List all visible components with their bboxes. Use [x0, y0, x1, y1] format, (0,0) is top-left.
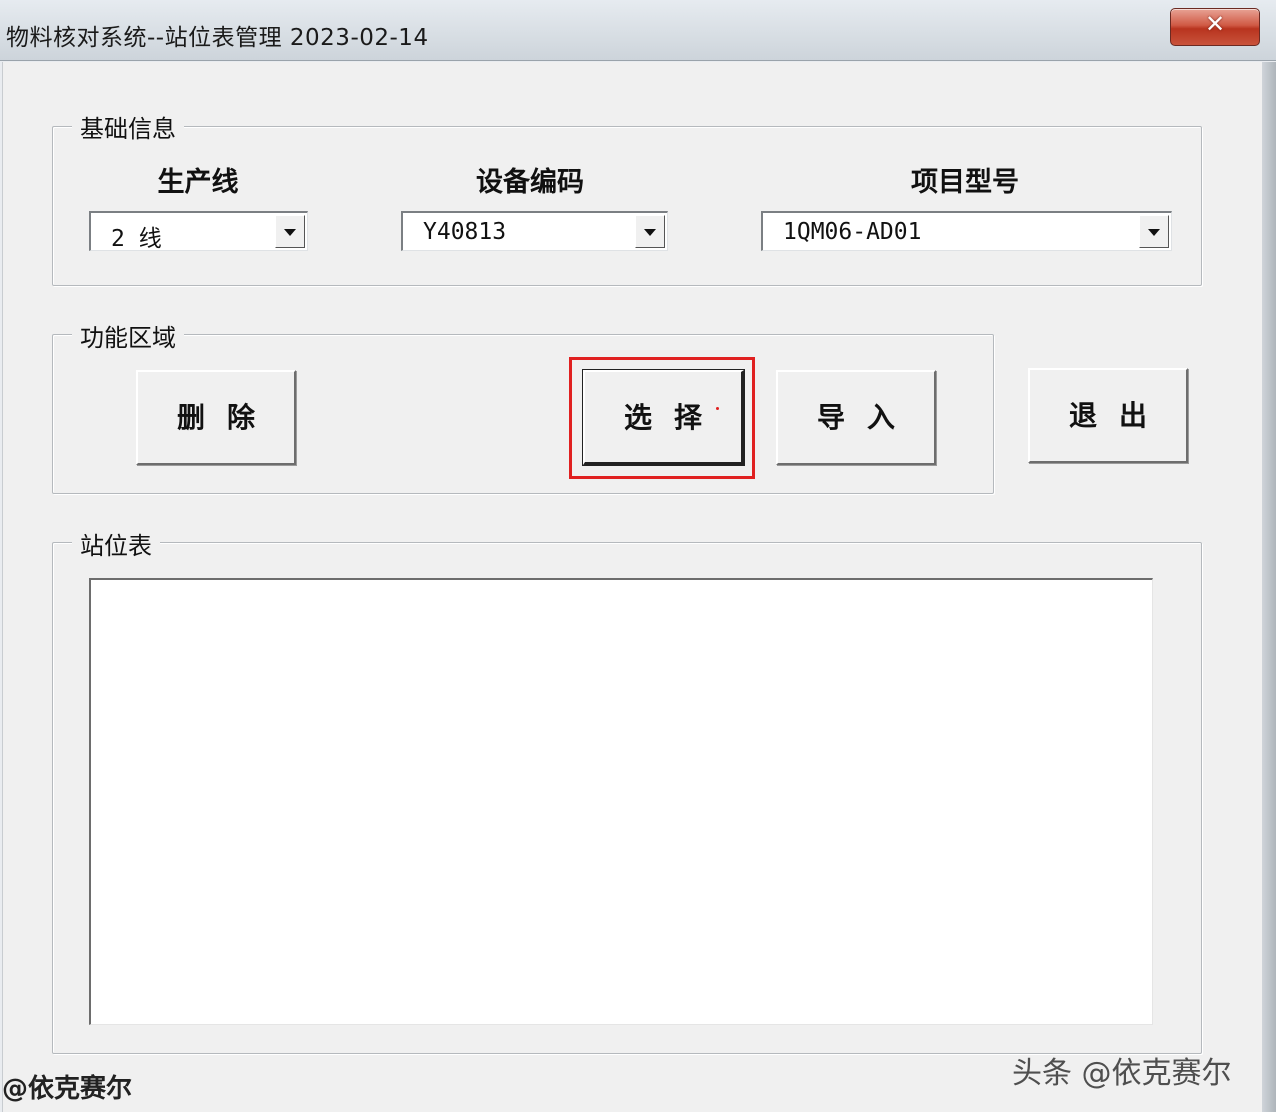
chevron-down-icon[interactable] — [1139, 215, 1169, 248]
device-code-select[interactable]: Y40813 — [401, 211, 668, 251]
select-button-highlight — [569, 357, 755, 479]
annotation-dot — [716, 407, 719, 410]
delete-button-label: 删除 — [176, 401, 277, 434]
title-bar[interactable]: 物料核对系统--站位表管理 2023-02-14 ✕ — [0, 0, 1276, 61]
device-code-label: 设备编码 — [476, 167, 584, 198]
close-button[interactable]: ✕ — [1170, 8, 1260, 46]
window-title: 物料核对系统--站位表管理 2023-02-14 — [6, 25, 429, 51]
project-model-label: 项目型号 — [911, 167, 1019, 198]
production-line-value: 2 线 — [111, 226, 162, 252]
production-line-select[interactable]: 2 线 — [89, 211, 308, 252]
app-window: 物料核对系统--站位表管理 2023-02-14 ✕ 基础信息 生产线 2 线 … — [0, 0, 1276, 1112]
chevron-down-icon[interactable] — [635, 215, 665, 248]
function-area-group-label: 功能区域 — [72, 318, 184, 353]
exit-button[interactable]: 退出 — [1028, 368, 1188, 463]
chevron-down-icon[interactable] — [275, 215, 305, 248]
watermark-right: 头条 @依克赛尔 — [1012, 1056, 1232, 1091]
window-frame-edge — [1262, 62, 1276, 1112]
import-button[interactable]: 导入 — [776, 370, 936, 465]
exit-button-label: 退出 — [1068, 399, 1169, 432]
basic-info-group-label: 基础信息 — [72, 109, 184, 144]
delete-button[interactable]: 删除 — [136, 370, 296, 465]
station-table-list[interactable] — [89, 578, 1153, 1025]
watermark-left: @依克赛尔 — [2, 1074, 133, 1104]
project-model-select[interactable]: 1QM06-AD01 — [761, 211, 1172, 251]
station-table-group-label: 站位表 — [72, 526, 160, 561]
import-button-label: 导入 — [816, 401, 917, 434]
production-line-label: 生产线 — [157, 167, 239, 198]
close-icon: ✕ — [1204, 10, 1226, 38]
basic-info-group — [52, 126, 1202, 286]
project-model-value: 1QM06-AD01 — [783, 219, 922, 245]
device-code-value: Y40813 — [423, 219, 507, 245]
